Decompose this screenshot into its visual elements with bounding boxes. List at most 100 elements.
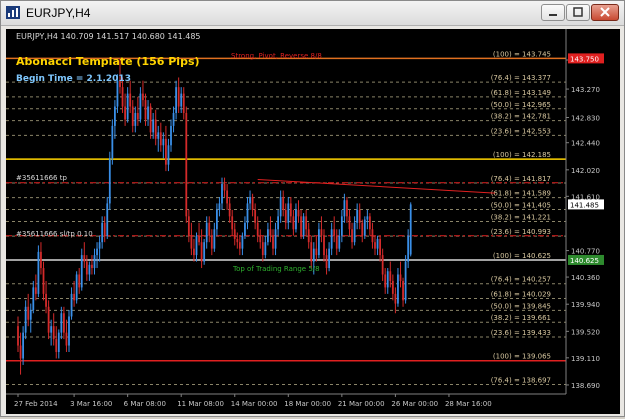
chart-icon — [6, 6, 20, 19]
candle-body — [397, 274, 399, 304]
candle-body — [147, 106, 149, 120]
fib-level-label: (38.2) = 139.661 — [491, 314, 551, 322]
candle-body — [106, 203, 109, 236]
fib-level-label: (61.8) = 143.149 — [491, 89, 551, 97]
candle-body — [374, 242, 376, 249]
fib-level-label: (61.8) = 140.029 — [491, 290, 551, 298]
candle-body — [75, 274, 78, 301]
price-tag-label: 140.625 — [570, 257, 599, 265]
candle-body — [42, 268, 45, 294]
candle-body — [52, 326, 55, 340]
window-titlebar[interactable]: EURJPY,H4 — [1, 1, 624, 26]
candle-body — [190, 235, 193, 249]
time-axis-label: 11 Mar 08:00 — [177, 400, 224, 408]
candle-body — [165, 138, 167, 165]
candle-body — [386, 271, 389, 288]
candle-body — [157, 132, 160, 139]
tp-label: #35611666 tp — [16, 174, 67, 182]
fib-level-label: (38.2) = 142.781 — [491, 113, 551, 121]
candle-body — [269, 229, 272, 236]
candle-body — [256, 222, 259, 236]
price-axis-label: 140.770 — [571, 248, 600, 256]
candle-body — [73, 293, 75, 301]
candle-body — [284, 209, 287, 223]
candle-body — [101, 222, 104, 243]
candle-body — [32, 287, 35, 311]
trendline — [257, 179, 495, 194]
minimize-button[interactable] — [541, 4, 565, 21]
minimize-icon — [549, 14, 557, 16]
candle-body — [261, 242, 264, 256]
candle-body — [320, 229, 323, 236]
candle-body — [223, 184, 226, 191]
candle-body — [297, 209, 300, 217]
fib-level-label: (23.6) = 139.433 — [491, 329, 551, 337]
maximize-button[interactable] — [566, 4, 590, 21]
close-icon — [600, 7, 610, 17]
candle-body — [172, 112, 175, 126]
candle-body — [389, 271, 392, 281]
begin-time: Begin Time = 2.1.2013 — [16, 74, 131, 84]
candle-body — [114, 106, 116, 126]
candle-body — [129, 93, 132, 107]
candle-body — [318, 229, 320, 256]
candle-body — [180, 93, 183, 107]
time-axis-label: 28 Mar 16:00 — [445, 400, 492, 408]
price-axis-label: 139.520 — [571, 328, 600, 336]
trendline-layer[interactable] — [257, 179, 495, 194]
candle-body — [60, 313, 63, 333]
candle-body — [152, 119, 155, 133]
candle-body — [40, 251, 42, 269]
candle-body — [254, 209, 257, 223]
candle-body — [83, 255, 86, 262]
candle-body — [27, 306, 30, 320]
candle-body — [379, 238, 381, 256]
candle-body — [356, 209, 359, 223]
candle-body — [131, 106, 134, 126]
candle-body — [210, 235, 213, 249]
candle-body — [333, 229, 336, 236]
price-axis-label: 139.110 — [571, 355, 600, 363]
candles-layer — [17, 58, 412, 375]
candle-body — [300, 216, 302, 236]
candle-body — [85, 261, 88, 275]
candle-body — [241, 235, 244, 249]
fib-level-label: (76.4) = 140.257 — [491, 276, 551, 284]
candle-body — [136, 112, 139, 120]
price-chart[interactable]: (100) = 143.745 (76.4) = 143.377 (61.8) = … — [6, 29, 620, 414]
candle-body — [353, 222, 356, 243]
candle-body — [19, 345, 22, 359]
candle-body — [139, 93, 142, 120]
fib-level-label: (50.0) = 142.965 — [491, 101, 551, 109]
candle-body — [218, 203, 221, 210]
time-axis-label: 18 Mar 00:00 — [284, 400, 331, 408]
candle-body — [134, 112, 137, 126]
candle-body — [244, 222, 246, 236]
candle-body — [343, 200, 346, 217]
sl-label: #35611666 sl/tp 0.10 — [16, 230, 93, 238]
template-title: Abonacci Template (156 Pips) — [16, 55, 200, 68]
candle-body — [325, 255, 328, 269]
maximize-icon — [573, 7, 583, 17]
chart-canvas[interactable]: (100) = 143.745 (76.4) = 143.377 (61.8) = … — [6, 29, 620, 414]
candle-body — [226, 190, 228, 204]
candle-body — [124, 106, 126, 120]
fib-level-label: (23.6) = 140.993 — [491, 228, 551, 236]
mt4-chart-window: EURJPY,H4 (100) = 143.745 (76.4) = 143.37… — [0, 0, 625, 417]
candle-body — [63, 313, 65, 333]
candle-body — [323, 235, 325, 256]
candle-body — [399, 274, 402, 281]
candle-body — [126, 93, 129, 120]
candle-body — [167, 145, 170, 165]
candle-body — [287, 203, 290, 223]
fib-level-label: (100) = 140.625 — [493, 252, 551, 260]
candle-body — [45, 293, 47, 307]
fib-level-label: (76.4) = 143.377 — [491, 74, 551, 82]
fib-level-label: (50.0) = 141.405 — [491, 202, 551, 210]
top-range-annotation: Top of Trading Range 5/8 — [232, 265, 320, 273]
candle-body — [231, 216, 234, 230]
close-button[interactable] — [591, 4, 619, 21]
candle-body — [391, 280, 394, 294]
candle-body — [208, 222, 211, 236]
candle-body — [37, 251, 40, 294]
